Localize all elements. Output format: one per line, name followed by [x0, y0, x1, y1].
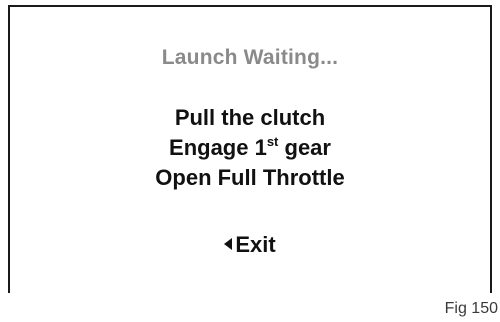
instruction-engage-gear: Engage 1st gear	[0, 133, 500, 163]
instruction-engage-gear-prefix: Engage 1	[169, 135, 267, 160]
instruction-open-throttle: Open Full Throttle	[155, 165, 345, 190]
launch-screen: Launch Waiting... Pull the clutch Engage…	[0, 0, 500, 322]
instruction-engage-gear-suffix: gear	[278, 135, 331, 160]
exit-label: Exit	[235, 232, 276, 257]
launch-instructions: Pull the clutch Engage 1st gear Open Ful…	[0, 103, 500, 193]
ordinal-suffix: st	[266, 133, 279, 149]
instruction-pull-clutch: Pull the clutch	[174, 105, 326, 130]
left-triangle-icon	[224, 238, 233, 250]
exit-button[interactable]: Exit	[0, 232, 500, 258]
figure-caption: Fig 150	[444, 300, 498, 317]
launch-status-text: Launch Waiting...	[161, 46, 339, 69]
